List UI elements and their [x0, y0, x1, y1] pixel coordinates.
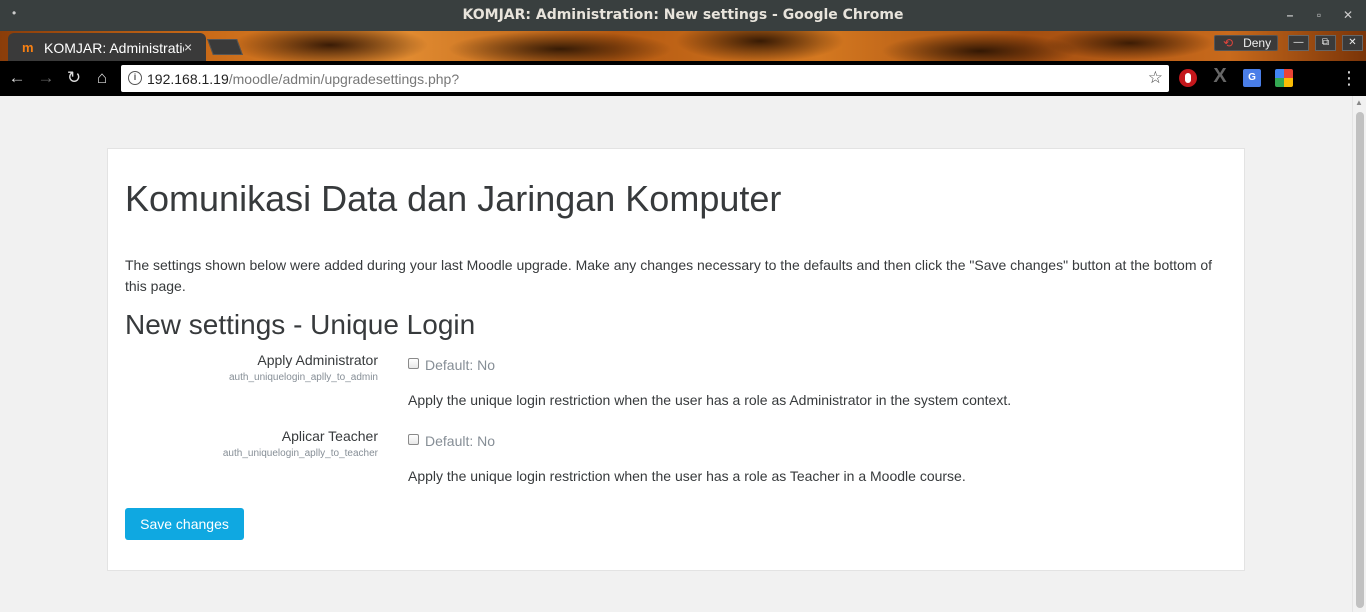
setting-label: Aplicar Teacher [281, 428, 378, 444]
new-tab-button[interactable] [207, 39, 243, 55]
setting-label-group: Aplicar Teacher auth_uniquelogin_aplly_t… [108, 428, 378, 468]
setting-description: Apply the unique login restriction when … [408, 392, 1012, 408]
save-changes-button[interactable]: Save changes [125, 508, 244, 540]
url-text[interactable]: 192.168.1.19/moodle/admin/upgradesetting… [147, 71, 459, 87]
window-close-button[interactable]: ✕ [1340, 6, 1356, 24]
setting-label: Apply Administrator [257, 352, 378, 368]
theme-restore-button[interactable]: ⧉ [1315, 35, 1336, 51]
apply-administrator-checkbox[interactable] [408, 358, 419, 369]
deny-button[interactable]: ⟲ Deny [1214, 35, 1278, 51]
address-bar[interactable]: i 192.168.1.19/moodle/admin/upgradesetti… [121, 65, 1169, 92]
setting-default: Default: No [425, 357, 496, 373]
x-extension-icon[interactable]: X [1211, 66, 1229, 86]
url-path: /moodle/admin/upgradesettings.php? [228, 71, 460, 87]
window-title: KOMJAR: Administration: New settings - G… [462, 7, 904, 23]
browser-toolbar: ← → ↻ ⌂ i 192.168.1.19/moodle/admin/upgr… [0, 61, 1366, 96]
setting-description: Apply the unique login restriction when … [408, 468, 966, 484]
reload-icon[interactable]: ↻ [63, 68, 85, 88]
tab-strip: m KOMJAR: Administration: New settings ×… [0, 31, 1366, 61]
ublock-extension-icon[interactable] [1179, 69, 1197, 87]
window-titlebar: • KOMJAR: Administration: New settings -… [0, 0, 1366, 31]
scrollbar-thumb[interactable] [1356, 112, 1364, 608]
tab-label: KOMJAR: Administration: New settings [44, 40, 184, 56]
google-drive-extension-icon[interactable] [1275, 69, 1293, 87]
theme-minimize-button[interactable]: — [1288, 35, 1309, 51]
bookmark-star-icon[interactable]: ☆ [1148, 68, 1163, 88]
forward-icon[interactable]: → [35, 68, 57, 88]
moodle-favicon-icon: m [22, 40, 34, 55]
home-icon[interactable]: ⌂ [91, 68, 113, 88]
deny-icon: ⟲ [1223, 36, 1234, 50]
section-heading: New settings - Unique Login [125, 309, 476, 340]
setting-key: auth_uniquelogin_aplly_to_admin [228, 372, 378, 383]
page-scrollbar[interactable]: ▲ [1352, 96, 1366, 612]
scroll-up-icon[interactable]: ▲ [1355, 98, 1363, 107]
setting-label-group: Apply Administrator auth_uniquelogin_apl… [108, 352, 378, 392]
setting-key: auth_uniquelogin_aplly_to_teacher [222, 448, 378, 459]
setting-default: Default: No [425, 433, 496, 449]
site-info-icon[interactable]: i [128, 71, 142, 85]
google-translate-extension-icon[interactable]: G [1243, 69, 1261, 87]
tab-active[interactable]: m KOMJAR: Administration: New settings × [8, 33, 206, 61]
window-maximize-button[interactable]: ▫ [1311, 6, 1327, 24]
theme-close-button[interactable]: ✕ [1342, 35, 1363, 51]
window-minimize-button[interactable]: – [1282, 6, 1298, 24]
url-host: 192.168.1.19 [147, 71, 229, 87]
content-card: Komunikasi Data dan Jaringan Komputer Th… [107, 148, 1245, 571]
tab-close-icon[interactable]: × [184, 39, 192, 55]
page-title: Komunikasi Data dan Jaringan Komputer [125, 178, 782, 219]
aplicar-teacher-checkbox[interactable] [408, 434, 419, 445]
back-icon[interactable]: ← [6, 68, 28, 88]
intro-text: The settings shown below were added duri… [125, 257, 1213, 294]
deny-label: Deny [1243, 36, 1272, 50]
chrome-menu-icon[interactable]: ⋮ [1340, 68, 1358, 89]
